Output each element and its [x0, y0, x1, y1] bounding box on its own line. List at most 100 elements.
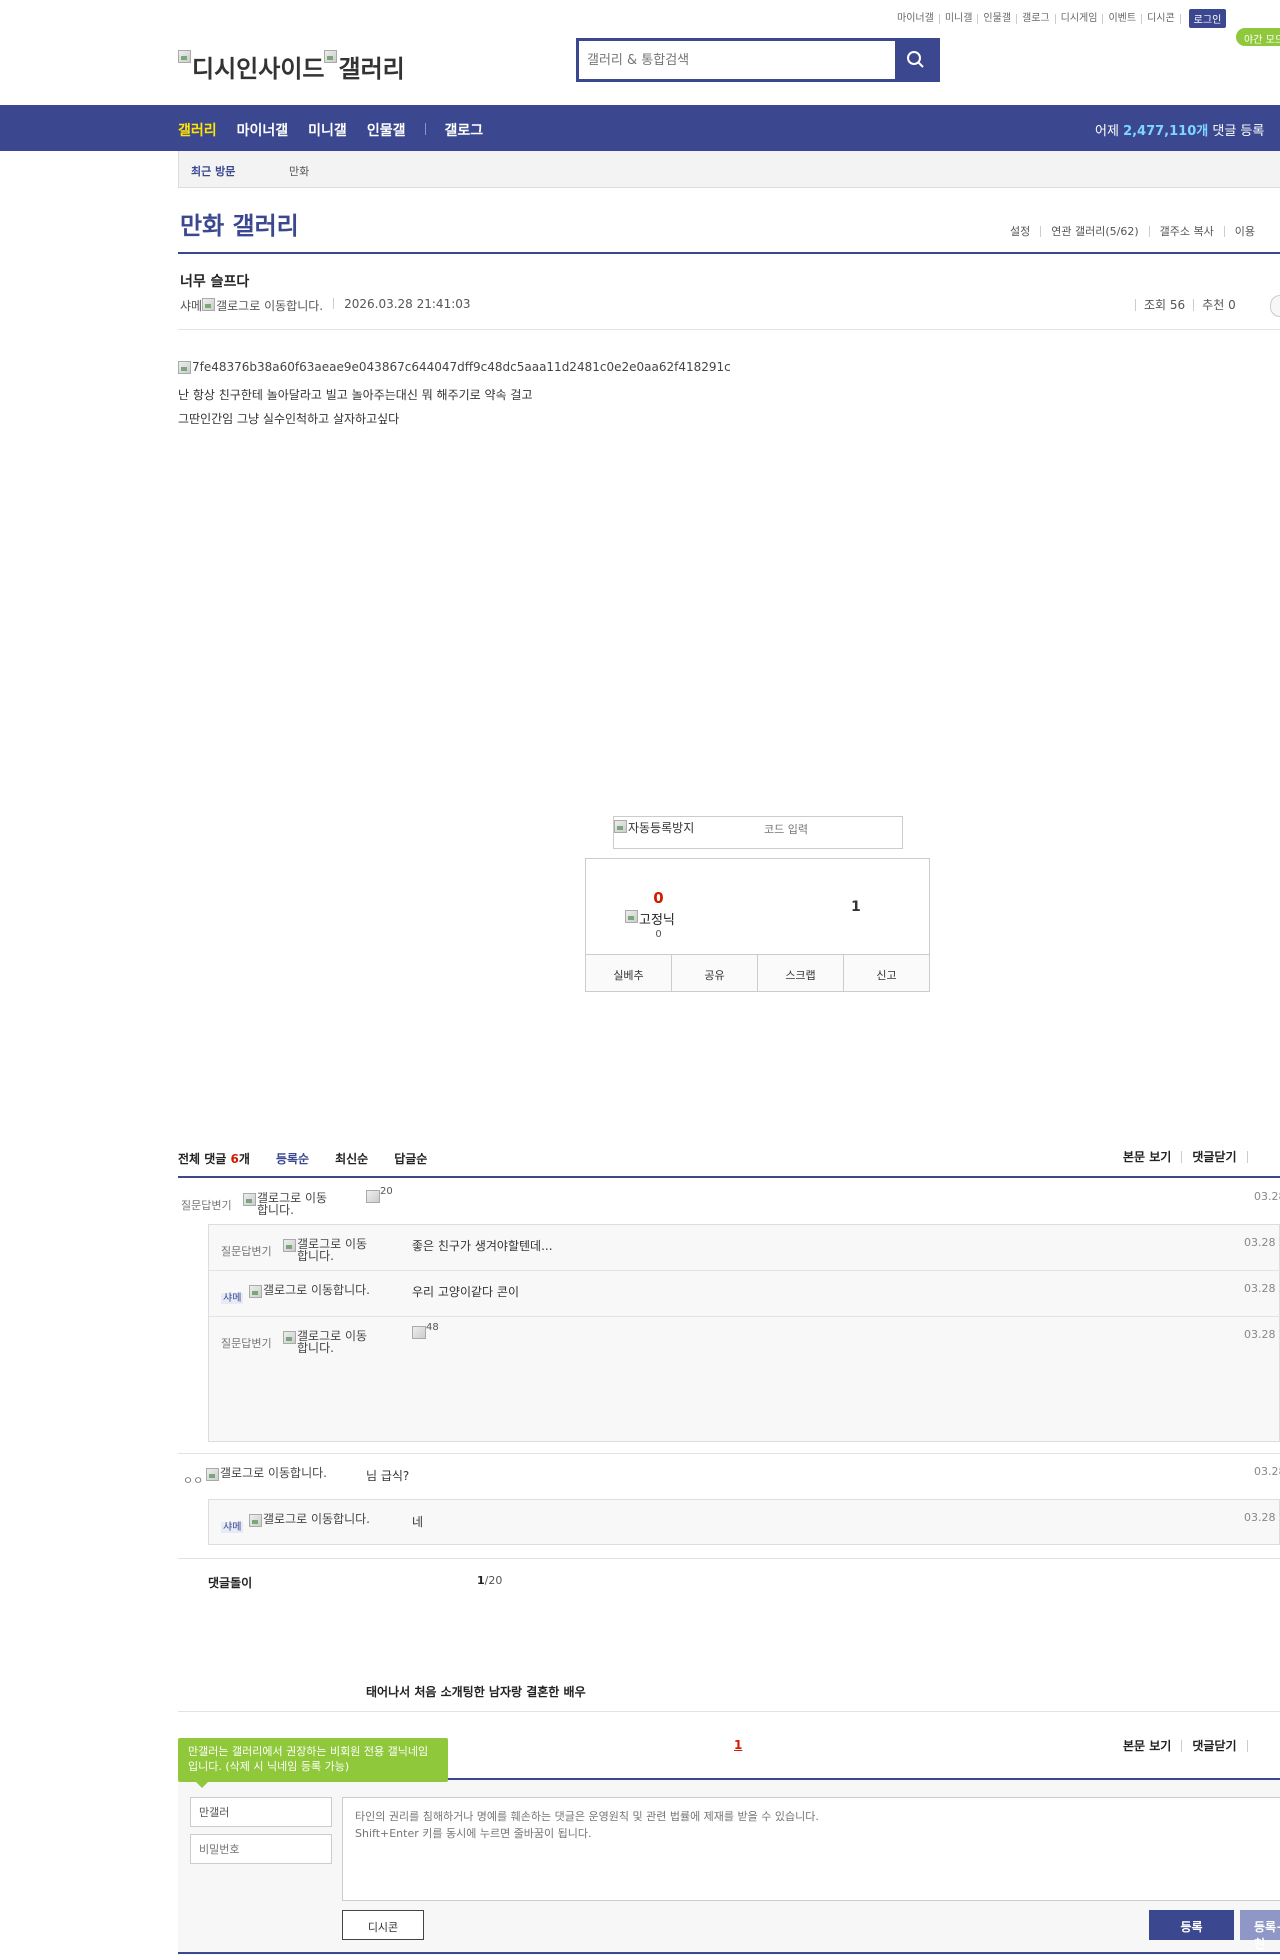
top-link-person[interactable]: 인물갤	[978, 13, 1018, 24]
menu-usage[interactable]: 이용	[1223, 226, 1265, 237]
refresh-button[interactable]	[1246, 1151, 1268, 1163]
menu-related-gallery[interactable]: 연관 갤러리(5/62)	[1040, 226, 1148, 237]
close-comments-button[interactable]: 댓글닫기	[1181, 1740, 1246, 1752]
sort-replies[interactable]: 답글순	[394, 1150, 427, 1167]
comment-page-1[interactable]: 1	[734, 1738, 742, 1752]
divider	[178, 329, 1280, 330]
comment-date: 03.28	[1254, 1465, 1280, 1478]
comment-gallog-link[interactable]: 갤로그로 이동합니다.	[283, 1330, 369, 1354]
comment-nick[interactable]: 질문답변기	[181, 1197, 232, 1213]
top-link-minor[interactable]: 마이너갤	[892, 13, 940, 24]
nickname-input[interactable]	[190, 1797, 332, 1827]
nav-gallog[interactable]: 갤로그	[444, 120, 483, 140]
comment-text: 네	[412, 1515, 424, 1529]
top-link-mini[interactable]: 미니갤	[940, 13, 979, 24]
divider	[178, 1558, 1280, 1559]
scrap-button[interactable]: 스크랩	[758, 955, 844, 991]
submit-button[interactable]: 등록	[1149, 1910, 1234, 1940]
search-button[interactable]	[895, 41, 937, 79]
report-button[interactable]: 신고	[844, 955, 929, 991]
divider	[178, 1453, 1280, 1454]
recent-label: 최근 방문	[191, 165, 236, 178]
nav-gallery[interactable]: 갤러리	[178, 120, 217, 140]
best-recommend-button[interactable]: 실베추	[586, 955, 672, 991]
comment-gallog-link[interactable]: 갤로그로 이동합니다.	[249, 1513, 375, 1527]
comment-gallog-link[interactable]: 갤로그로 이동합니다.	[243, 1192, 329, 1216]
broken-image-icon	[178, 361, 191, 374]
share-button[interactable]: 공유	[672, 955, 758, 991]
not-recommend-count[interactable]: 1	[851, 899, 861, 915]
divider	[178, 1176, 1280, 1178]
logo-dc: 디시인사이드	[178, 49, 324, 84]
view-post-button[interactable]: 본문 보기	[1113, 1151, 1181, 1163]
comment-options-bottom: 본문 보기 댓글닫기	[1113, 1740, 1268, 1752]
comment-count-button[interactable]	[1270, 295, 1280, 317]
site-logo[interactable]: 디시인사이드 갤러리	[178, 40, 405, 84]
broken-image-icon	[324, 50, 338, 63]
comment-date: 03.28 2	[1244, 1511, 1280, 1524]
sort-latest[interactable]: 최신순	[335, 1150, 368, 1167]
broken-image-icon	[283, 1331, 296, 1344]
post-recommends: 추천 0	[1193, 299, 1244, 311]
post-actions: 실베추 공유 스크랩 신고	[586, 954, 929, 991]
search-icon	[907, 51, 924, 68]
broken-image-icon	[249, 1285, 262, 1298]
top-link-dccon[interactable]: 디시콘	[1142, 13, 1181, 24]
post-views: 조회 56	[1135, 299, 1193, 311]
comment-text: 우리 고양이같다 콘이	[412, 1285, 519, 1299]
post-body-line: 그딴인간임 그냥 실수인척하고 살자하고싶다	[178, 412, 400, 426]
top-link-event[interactable]: 이벤트	[1103, 13, 1143, 24]
captcha-input[interactable]	[764, 823, 894, 836]
comment-nick[interactable]: 샤메	[221, 1518, 244, 1533]
sort-registered[interactable]: 등록순	[276, 1150, 309, 1167]
comment-gallog-link[interactable]: 갤로그로 이동합니다.	[206, 1467, 332, 1481]
refresh-button[interactable]	[1246, 1740, 1268, 1752]
nav-mini[interactable]: 미니갤	[308, 120, 347, 140]
menu-copy-address[interactable]: 갤주소 복사	[1148, 226, 1224, 237]
dccon-button[interactable]: 디시콘	[342, 1910, 424, 1940]
author-gallog-link[interactable]: 갤로그로 이동합니다.	[202, 297, 323, 314]
comment-textarea[interactable]	[342, 1797, 1280, 1901]
broken-image-icon	[614, 820, 627, 833]
comments-header: 전체 댓글 6개 등록순 최신순 답글순	[178, 1150, 427, 1167]
divider	[209, 1270, 1280, 1271]
related-post-link[interactable]: 태어나서 처음 소개팅한 남자랑 결혼한 배우	[366, 1683, 586, 1700]
top-link-gallog[interactable]: 갤로그	[1017, 13, 1056, 24]
login-button[interactable]: 로그인	[1188, 9, 1227, 28]
top-link-dcgame[interactable]: 디시게임	[1056, 13, 1104, 24]
nav-person[interactable]: 인물갤	[367, 120, 406, 140]
post-title: 너무 슬프다	[180, 274, 250, 290]
menu-settings[interactable]: 설정	[1000, 226, 1040, 237]
comment-gallog-link[interactable]: 갤로그로 이동합니다.	[249, 1284, 375, 1298]
post-author[interactable]: 샤메	[180, 297, 202, 314]
main-nav: 갤러리 마이너갤 미니갤 인물갤 갤로그	[178, 120, 503, 140]
comment-nick[interactable]: 질문답변기	[221, 1243, 272, 1259]
submit-recommend-button[interactable]: 등록+추천	[1240, 1910, 1280, 1951]
divider	[178, 252, 1280, 254]
broken-image-icon	[249, 1514, 262, 1527]
recent-gallery-link[interactable]: 만화	[289, 163, 309, 179]
nav-minor[interactable]: 마이너갤	[237, 120, 289, 140]
post-stats: 조회 56 추천 0	[1135, 299, 1244, 311]
comment-nick[interactable]: ㅇㅇ	[183, 1472, 203, 1488]
post-meta: 샤메 갤로그로 이동합니다. 2026.03.28 21:41:03	[180, 297, 471, 314]
recommend-count[interactable]: 0	[586, 889, 731, 907]
comment-bot-pager[interactable]: 1/20	[477, 1574, 502, 1587]
password-input[interactable]	[190, 1834, 332, 1864]
gallery-title[interactable]: 만화 갤러리	[180, 206, 299, 241]
divider	[178, 1952, 1280, 1954]
view-post-button[interactable]: 본문 보기	[1113, 1740, 1181, 1752]
broken-image-icon	[625, 910, 638, 923]
total-comments-label: 전체 댓글 6개	[178, 1152, 250, 1166]
close-comments-button[interactable]: 댓글닫기	[1181, 1151, 1246, 1163]
recent-visit-bar: 최근 방문 만화	[178, 151, 1280, 188]
comment-text: 님 급식?	[366, 1469, 410, 1483]
captcha-image: 자동등록방지	[614, 819, 694, 836]
comment-date: 03.28 2	[1244, 1328, 1280, 1341]
comment-nick[interactable]: 질문답변기	[221, 1335, 272, 1351]
night-mode-button[interactable]: 야간 모드	[1236, 28, 1280, 46]
comment-nick[interactable]: 샤메	[221, 1289, 244, 1304]
fixnick-count: 0	[655, 929, 662, 940]
search-input[interactable]	[587, 47, 899, 73]
comment-gallog-link[interactable]: 갤로그로 이동합니다.	[283, 1238, 369, 1262]
